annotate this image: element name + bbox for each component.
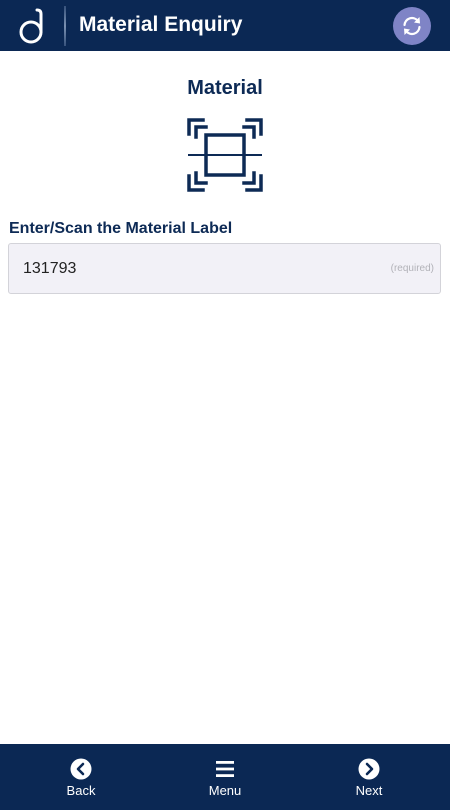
material-label-input[interactable] xyxy=(23,259,343,279)
material-label-caption: Enter/Scan the Material Label xyxy=(9,220,233,237)
app-header: Material Enquiry xyxy=(0,0,450,51)
hamburger-menu-icon xyxy=(216,761,234,777)
next-button[interactable]: Next xyxy=(314,744,424,810)
material-label-field[interactable]: (required) xyxy=(8,243,441,294)
menu-button[interactable]: Menu xyxy=(170,744,280,810)
section-title: Material xyxy=(187,77,263,99)
barcode-scan-icon[interactable] xyxy=(186,117,264,193)
brand-logo-icon xyxy=(19,8,43,44)
chevron-left-circle-icon xyxy=(70,758,92,780)
refresh-button[interactable] xyxy=(393,7,431,45)
required-hint: (required) xyxy=(390,263,434,274)
refresh-icon xyxy=(403,16,421,36)
bottom-nav-bar: Back Menu Next xyxy=(0,744,450,810)
back-button[interactable]: Back xyxy=(26,744,136,810)
chevron-right-circle-icon xyxy=(358,758,380,780)
back-label: Back xyxy=(66,783,96,798)
page-title: Material Enquiry xyxy=(79,13,243,36)
header-divider xyxy=(64,6,66,46)
menu-label: Menu xyxy=(208,783,242,798)
next-label: Next xyxy=(355,783,383,798)
material-enquiry-screen: Material Enquiry Material Enter/Scan the… xyxy=(0,0,450,810)
